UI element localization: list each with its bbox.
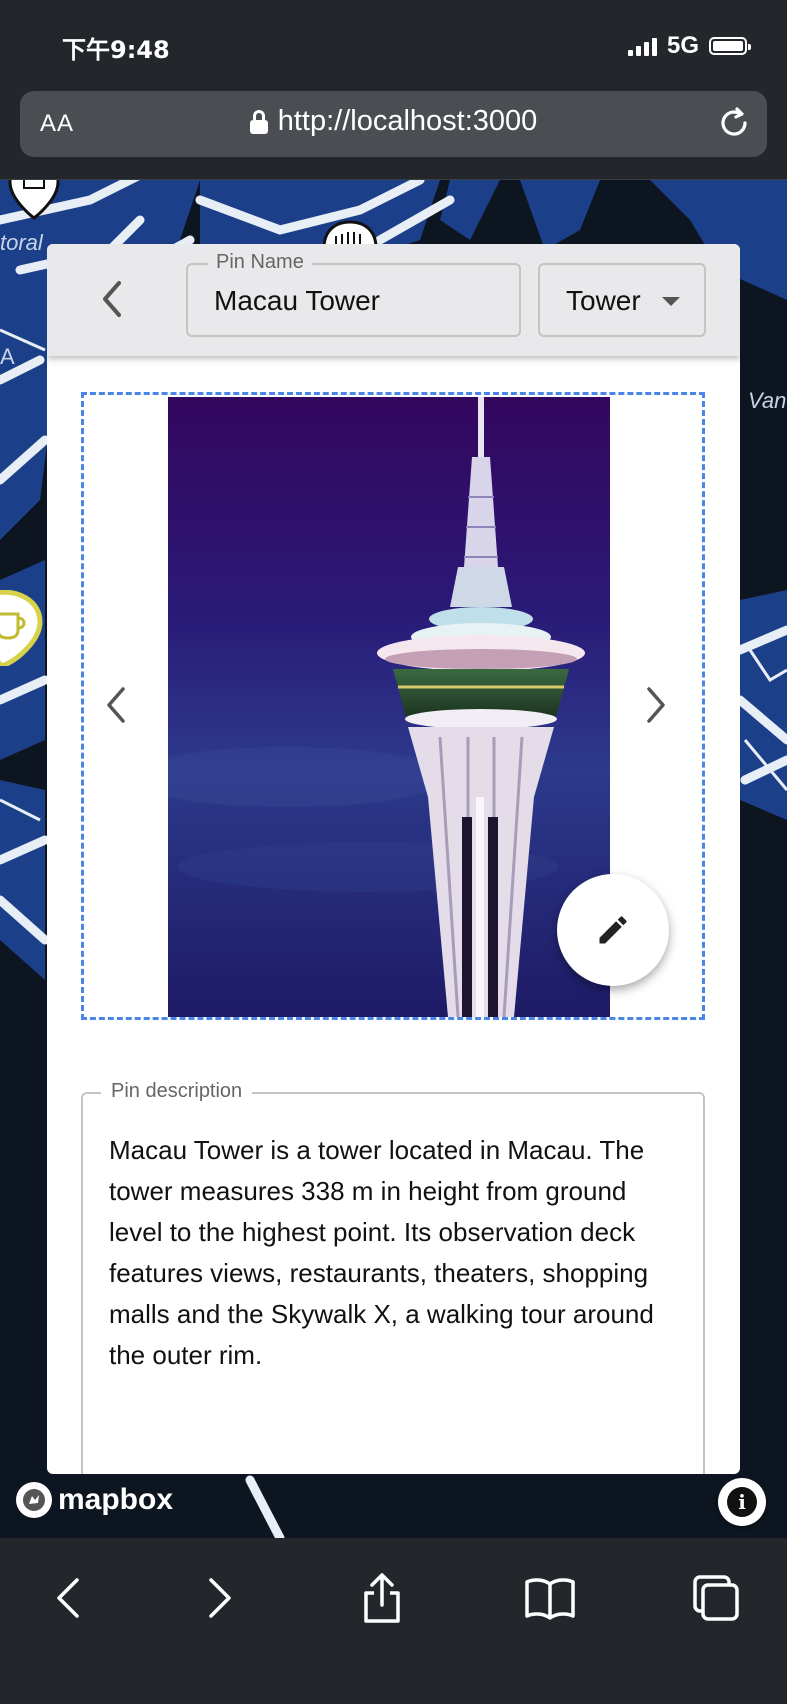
mapbox-logo[interactable]: mapbox	[16, 1482, 173, 1518]
network-type: 5G	[666, 32, 699, 59]
chevron-right-icon	[209, 1578, 231, 1618]
share-icon	[364, 1573, 400, 1623]
pencil-icon	[599, 916, 627, 944]
map-label: toral	[0, 230, 43, 255]
photo-gallery[interactable]	[81, 392, 705, 1020]
status-indicators: 5G	[627, 32, 751, 60]
signal-icon	[627, 36, 657, 56]
info-icon: i	[727, 1487, 757, 1517]
bookmarks-button[interactable]	[520, 1568, 580, 1628]
browser-forward-button[interactable]	[190, 1568, 250, 1628]
pin-detail-card: Pin Name Macau Tower Tower Pin descripti…	[47, 244, 740, 1474]
battery-icon	[709, 37, 751, 55]
browser-address-bar: AA http://localhost:3000	[0, 90, 787, 180]
url-text: http://localhost:3000	[277, 105, 538, 137]
reload-icon[interactable]	[715, 104, 753, 147]
status-time: 下午9:48	[62, 36, 170, 64]
pin-description-field[interactable]: Pin description Macau Tower is a tower l…	[81, 1080, 705, 1474]
browser-back-button[interactable]	[38, 1568, 98, 1628]
browser-toolbar	[0, 1538, 787, 1704]
chevron-left-icon	[57, 1578, 79, 1618]
dropdown-caret-icon	[662, 297, 680, 306]
status-bar: 下午9:48 5G	[0, 0, 787, 90]
pin-name-input[interactable]: Macau Tower	[214, 285, 380, 317]
tabs-icon	[693, 1575, 739, 1621]
pin-description-text[interactable]: Macau Tower is a tower located in Macau.…	[109, 1130, 677, 1376]
back-button[interactable]	[87, 274, 137, 324]
url-field[interactable]: AA http://localhost:3000	[20, 91, 767, 157]
tabs-button[interactable]	[686, 1568, 746, 1628]
pin-photo	[168, 397, 610, 1017]
back-arrow-icon	[103, 281, 121, 317]
next-photo-button[interactable]	[636, 685, 676, 725]
prev-photo-button[interactable]	[96, 685, 136, 725]
map-label: Van	[748, 388, 787, 413]
chevron-right-icon	[647, 687, 665, 723]
attribution-info-button[interactable]: i	[718, 1478, 766, 1526]
pin-type-value: Tower	[566, 285, 641, 316]
mapbox-logo-icon	[16, 1482, 52, 1518]
url-display[interactable]: http://localhost:3000	[20, 105, 767, 138]
map-label: A	[0, 344, 15, 369]
coffee-pin-icon[interactable]	[0, 590, 44, 666]
card-header: Pin Name Macau Tower Tower	[47, 244, 740, 356]
pin-name-field[interactable]: Pin Name Macau Tower	[186, 251, 521, 337]
edit-photo-button[interactable]	[557, 874, 669, 986]
pin-description-legend: Pin description	[101, 1080, 253, 1103]
bookmarks-icon	[525, 1578, 575, 1620]
lock-icon	[249, 109, 268, 134]
mapbox-wordmark: mapbox	[58, 1483, 174, 1516]
share-button[interactable]	[352, 1568, 412, 1628]
pin-type-select[interactable]: Tower	[538, 263, 706, 337]
chevron-left-icon	[107, 687, 125, 723]
landmark-pin-icon[interactable]	[6, 180, 62, 224]
pin-name-legend: Pin Name	[208, 251, 312, 274]
